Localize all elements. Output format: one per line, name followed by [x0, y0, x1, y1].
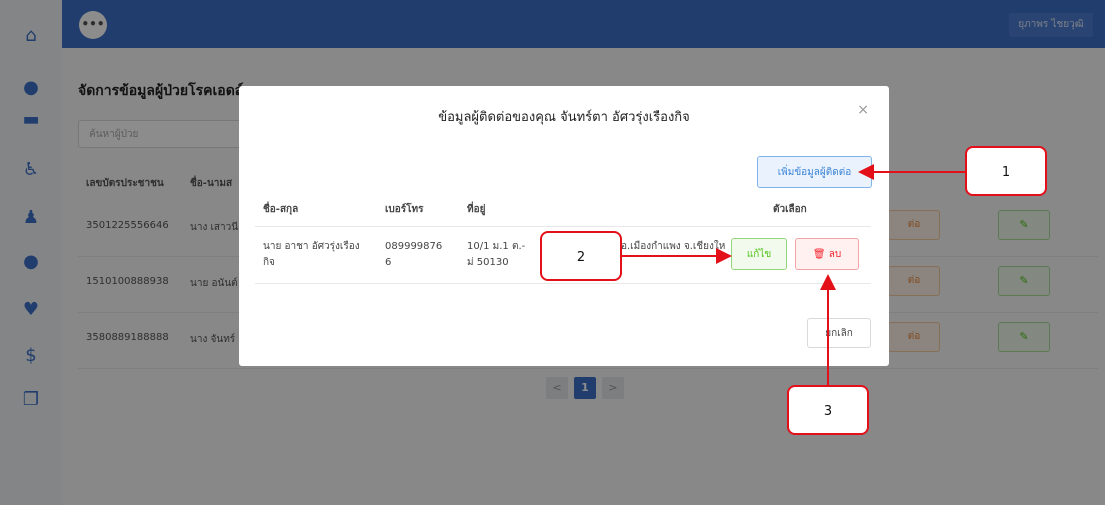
row-divider	[255, 283, 871, 284]
contact-phone-line1: 089999876	[385, 241, 443, 252]
close-icon[interactable]: ×	[857, 102, 869, 118]
column-header-phone: เบอร์โทร	[385, 204, 424, 215]
edit-contact-button[interactable]: แก้ไข	[731, 238, 787, 270]
header-divider	[255, 226, 871, 227]
column-header-address: ที่อยู่	[467, 204, 486, 215]
contact-name: นาย อาชา อัศวรุ่งเรือง กิจ	[263, 239, 360, 271]
modal-title: ข้อมูลผู้ติดต่อของคุณ จันทร์ตา อัศวรุ่งเ…	[438, 110, 690, 125]
contact-name-line2: กิจ	[263, 257, 275, 268]
delete-label: ลบ	[828, 249, 842, 260]
callout-1: 1	[965, 146, 1047, 196]
contact-address-line1b: อ.เมืองกำแพง จ.เชียงให	[621, 241, 726, 252]
contact-phone-line2: 6	[385, 257, 392, 268]
callout-3: 3	[787, 385, 869, 435]
delete-contact-button[interactable]: 🗑 ลบ	[795, 238, 859, 270]
add-contact-button[interactable]: เพิ่มข้อมูลผู้ติดต่อ	[757, 156, 872, 188]
cancel-button[interactable]: ยกเลิก	[807, 318, 871, 348]
callout-2: 2	[540, 231, 622, 281]
column-header-options: ตัวเลือก	[773, 204, 807, 215]
contact-phone: 089999876 6	[385, 239, 442, 271]
contact-name-line1: นาย อาชา อัศวรุ่งเรือง	[263, 241, 360, 252]
contact-modal: ข้อมูลผู้ติดต่อของคุณ จันทร์ตา อัศวรุ่งเ…	[239, 86, 889, 366]
contact-address-line2: ม่ 50130	[467, 257, 509, 268]
column-header-name: ชื่อ-สกุล	[263, 204, 299, 215]
contact-address-line1: 10/1 ม.1 ต.-	[467, 241, 526, 252]
contact-address: 10/1 ม.1 ต.- ม่ 50130	[467, 239, 525, 271]
trash-icon: 🗑	[812, 249, 826, 260]
